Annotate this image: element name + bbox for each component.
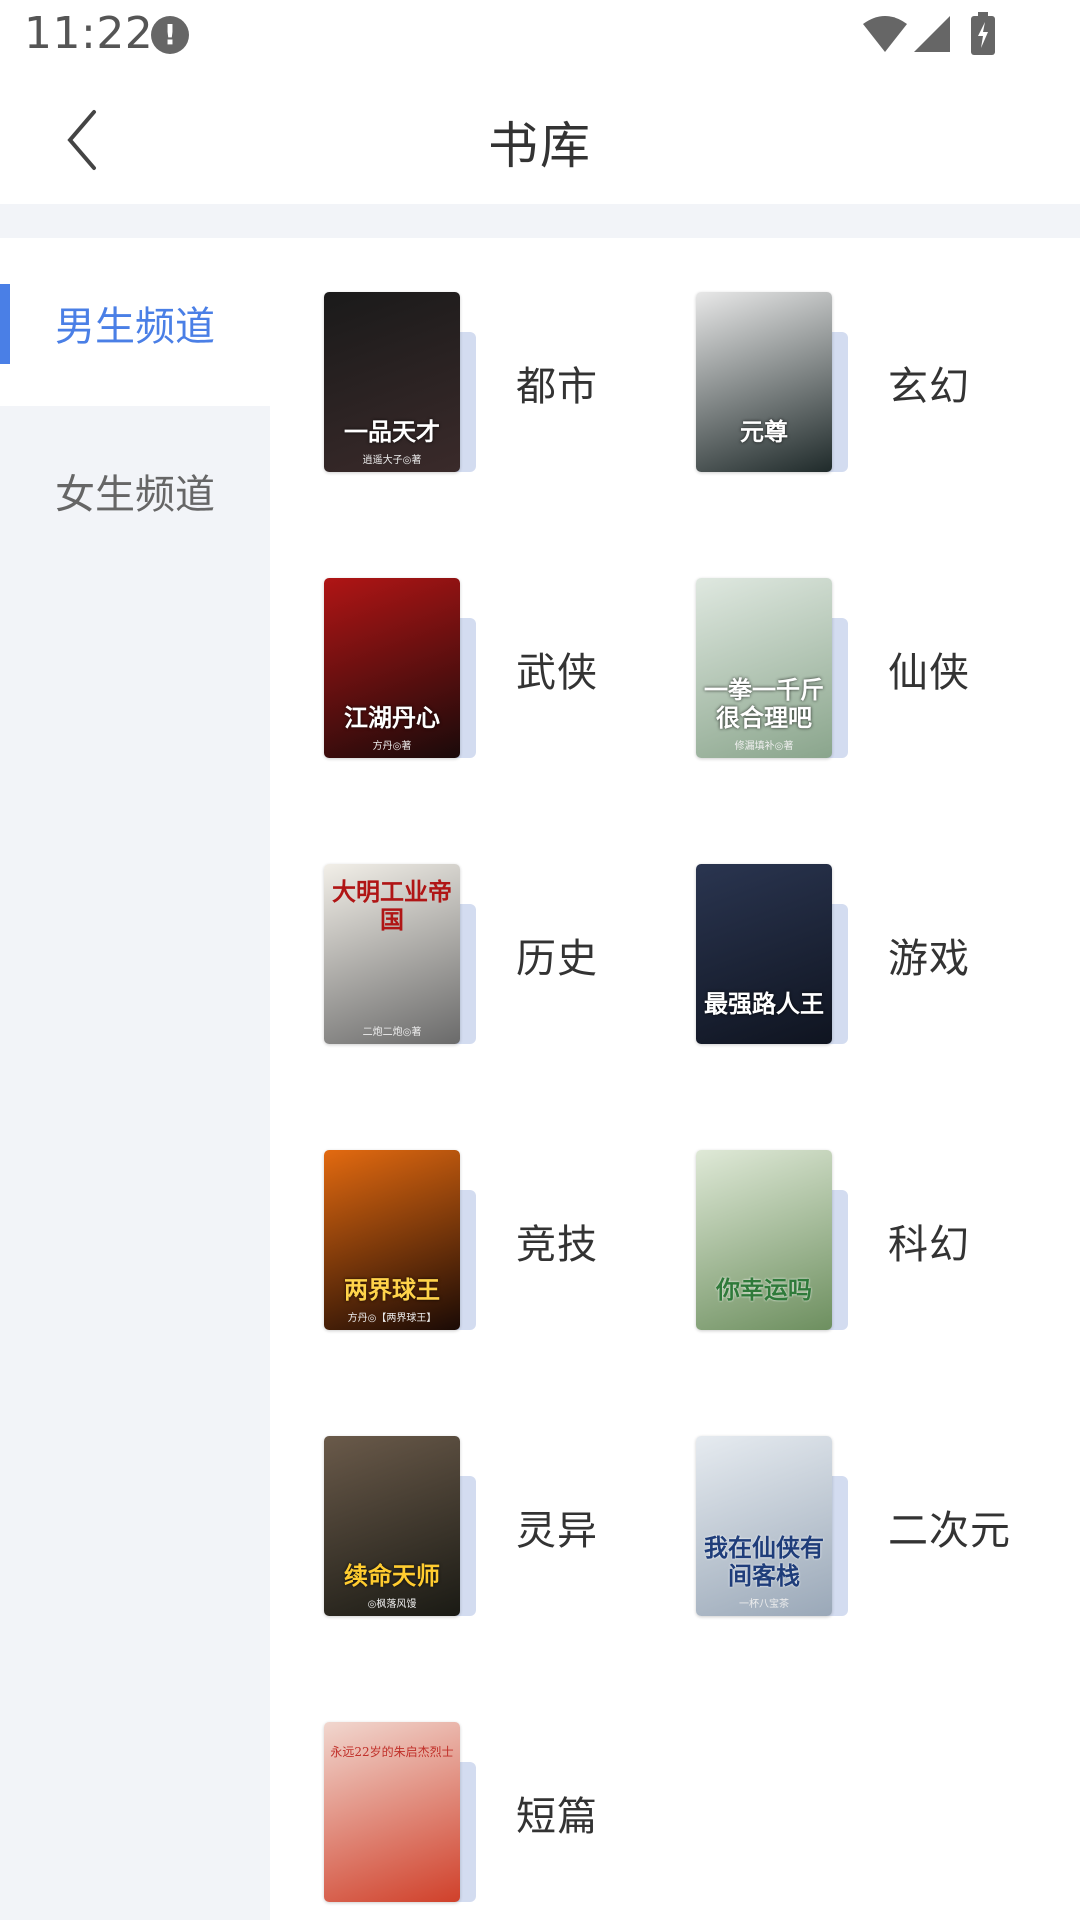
alert-icon: ! bbox=[151, 16, 189, 54]
book-cover: 我在仙侠有间客栈 一杯八宝茶 bbox=[696, 1436, 832, 1616]
category-item-duanpian[interactable]: 永远22岁的朱启杰烈士 短篇 bbox=[324, 1722, 654, 1912]
channel-sidebar: 男生频道 女生频道 bbox=[0, 238, 270, 1920]
status-bar: 11:22 ! bbox=[0, 0, 1080, 72]
cover-author: 修漏填补◎著 bbox=[734, 741, 794, 752]
cover-title: 最强路人王 bbox=[704, 989, 824, 1018]
cover-wrap: 永远22岁的朱启杰烈士 bbox=[324, 1722, 484, 1902]
cover-title: 一拳一千斤很合理吧 bbox=[704, 675, 824, 732]
page-title: 书库 bbox=[488, 117, 592, 175]
signal-icon bbox=[914, 16, 950, 52]
cover-wrap: 我在仙侠有间客栈 一杯八宝茶 bbox=[696, 1436, 856, 1616]
sidebar-item-male-channel[interactable]: 男生频道 bbox=[0, 238, 270, 406]
category-item-erciyuan[interactable]: 我在仙侠有间客栈 一杯八宝茶 二次元 bbox=[696, 1436, 1026, 1626]
app-header: 书库 bbox=[0, 72, 1080, 204]
cover-title: 一品天才 bbox=[344, 417, 440, 446]
category-label: 历史 bbox=[516, 936, 598, 982]
category-label: 武侠 bbox=[516, 650, 598, 696]
cover-wrap: 大明工业帝国 二炮二炮◎著 bbox=[324, 864, 484, 1044]
cover-title: 永远22岁的朱启杰烈士 bbox=[330, 1745, 454, 1759]
cover-title: 元尊 bbox=[740, 417, 788, 446]
cover-title: 续命天师 bbox=[344, 1561, 440, 1590]
category-item-lingyi[interactable]: 续命天师 ◎枫落风馒 灵异 bbox=[324, 1436, 654, 1626]
cover-author: 方丹◎【两界球王】 bbox=[347, 1313, 437, 1324]
cover-author: 二炮二炮◎著 bbox=[362, 1027, 422, 1038]
category-label: 游戏 bbox=[888, 936, 970, 982]
category-label: 竞技 bbox=[516, 1222, 598, 1268]
cover-title: 你幸运吗 bbox=[716, 1275, 812, 1304]
book-cover: 元尊 bbox=[696, 292, 832, 472]
cover-wrap: 最强路人王 bbox=[696, 864, 856, 1044]
cover-author: ◎枫落风馒 bbox=[367, 1599, 417, 1610]
book-cover: 你幸运吗 bbox=[696, 1150, 832, 1330]
cover-author: 逍遥大子◎著 bbox=[362, 455, 422, 466]
category-item-lishi[interactable]: 大明工业帝国 二炮二炮◎著 历史 bbox=[324, 864, 654, 1054]
category-item-xuanhuan[interactable]: 元尊 玄幻 bbox=[696, 292, 1026, 482]
book-cover: 续命天师 ◎枫落风馒 bbox=[324, 1436, 460, 1616]
book-cover: 永远22岁的朱启杰烈士 bbox=[324, 1722, 460, 1902]
status-time: 11:22 bbox=[24, 8, 154, 59]
category-label: 灵异 bbox=[516, 1508, 598, 1554]
category-item-jingji[interactable]: 两界球王 方丹◎【两界球王】 竞技 bbox=[324, 1150, 654, 1340]
category-item-dushi[interactable]: 一品天才 逍遥大子◎著 都市 bbox=[324, 292, 654, 482]
category-label: 都市 bbox=[516, 364, 598, 410]
battery-icon bbox=[971, 12, 995, 55]
cover-title: 两界球王 bbox=[344, 1275, 440, 1304]
book-cover: 一拳一千斤很合理吧 修漏填补◎著 bbox=[696, 578, 832, 758]
cover-title: 我在仙侠有间客栈 bbox=[704, 1533, 824, 1590]
category-grid: 一品天才 逍遥大子◎著 都市 元尊 玄幻 江湖丹心 方丹◎著 武侠 一拳一千斤很… bbox=[270, 238, 1080, 1920]
category-item-xianxia[interactable]: 一拳一千斤很合理吧 修漏填补◎著 仙侠 bbox=[696, 578, 1026, 768]
wifi-icon bbox=[863, 16, 907, 52]
cover-wrap: 一品天才 逍遥大子◎著 bbox=[324, 292, 484, 472]
sidebar-item-label: 男生频道 bbox=[55, 304, 215, 350]
category-label: 科幻 bbox=[888, 1222, 970, 1268]
category-label: 二次元 bbox=[888, 1508, 1011, 1554]
book-cover: 大明工业帝国 二炮二炮◎著 bbox=[324, 864, 460, 1044]
cover-wrap: 元尊 bbox=[696, 292, 856, 472]
cover-author: 一杯八宝茶 bbox=[739, 1599, 789, 1610]
category-item-wuxia[interactable]: 江湖丹心 方丹◎著 武侠 bbox=[324, 578, 654, 768]
cover-wrap: 两界球王 方丹◎【两界球王】 bbox=[324, 1150, 484, 1330]
category-item-youxi[interactable]: 最强路人王 游戏 bbox=[696, 864, 1026, 1054]
cover-author: 方丹◎著 bbox=[372, 741, 412, 752]
cover-wrap: 续命天师 ◎枫落风馒 bbox=[324, 1436, 484, 1616]
header-divider bbox=[0, 204, 1080, 238]
cover-wrap: 你幸运吗 bbox=[696, 1150, 856, 1330]
cover-title: 大明工业帝国 bbox=[332, 877, 452, 934]
category-label: 玄幻 bbox=[888, 364, 970, 410]
sidebar-item-female-channel[interactable]: 女生频道 bbox=[0, 406, 270, 574]
book-cover: 江湖丹心 方丹◎著 bbox=[324, 578, 460, 758]
category-label: 仙侠 bbox=[888, 650, 970, 696]
book-cover: 一品天才 逍遥大子◎著 bbox=[324, 292, 460, 472]
cover-wrap: 江湖丹心 方丹◎著 bbox=[324, 578, 484, 758]
book-cover: 两界球王 方丹◎【两界球王】 bbox=[324, 1150, 460, 1330]
category-label: 短篇 bbox=[516, 1794, 598, 1840]
book-cover: 最强路人王 bbox=[696, 864, 832, 1044]
cover-title: 江湖丹心 bbox=[344, 703, 440, 732]
sidebar-item-label: 女生频道 bbox=[55, 472, 215, 518]
category-item-kehuan[interactable]: 你幸运吗 科幻 bbox=[696, 1150, 1026, 1340]
cover-wrap: 一拳一千斤很合理吧 修漏填补◎著 bbox=[696, 578, 856, 758]
